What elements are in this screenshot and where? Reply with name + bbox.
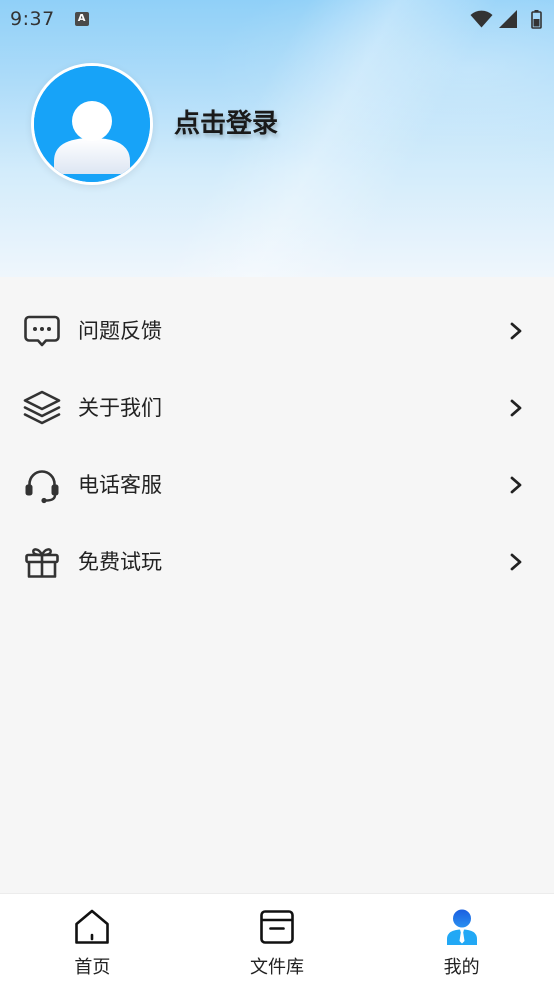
tab-files[interactable]: 文件库 — [185, 894, 370, 986]
profile-header: 9:37 A 点击登录 — [0, 0, 554, 277]
chevron-right-icon — [508, 398, 524, 418]
menu-item-label: 电话客服 — [78, 472, 162, 497]
tab-home[interactable]: 首页 — [0, 894, 185, 986]
layers-icon — [22, 388, 62, 428]
tab-label: 我的 — [443, 957, 480, 978]
settings-menu: 问题反馈 关于我们 电话客服 免费试玩 — [0, 277, 554, 600]
menu-item-about[interactable]: 关于我们 — [0, 369, 554, 446]
tab-label: 文件库 — [250, 957, 304, 978]
feedback-icon — [22, 311, 62, 351]
menu-item-label: 问题反馈 — [78, 318, 162, 343]
battery-icon — [531, 9, 542, 29]
a-notification-icon: A — [74, 12, 89, 26]
menu-item-feedback[interactable]: 问题反馈 — [0, 292, 554, 369]
user-icon — [443, 908, 481, 946]
status-icons — [470, 9, 544, 29]
status-time: 9:37 — [10, 8, 55, 30]
default-avatar-icon[interactable] — [31, 63, 153, 185]
signal-icon — [499, 10, 517, 28]
archive-box-icon — [258, 908, 296, 946]
wifi-icon — [470, 10, 493, 28]
login-link[interactable]: 点击登录 — [174, 106, 278, 142]
gift-icon — [22, 542, 62, 582]
chevron-right-icon — [508, 552, 524, 572]
menu-item-label: 关于我们 — [78, 395, 162, 420]
bottom-tab-bar: 首页 文件库 我的 — [0, 893, 554, 986]
menu-item-free-trial[interactable]: 免费试玩 — [0, 523, 554, 600]
menu-item-phone-support[interactable]: 电话客服 — [0, 446, 554, 523]
menu-item-label: 免费试玩 — [78, 549, 162, 574]
headset-icon — [22, 465, 62, 505]
chevron-right-icon — [508, 321, 524, 341]
chevron-right-icon — [508, 475, 524, 495]
home-icon — [73, 908, 111, 946]
status-bar: 9:37 A — [0, 0, 554, 38]
tab-label: 首页 — [74, 957, 111, 978]
tab-mine[interactable]: 我的 — [369, 894, 554, 986]
